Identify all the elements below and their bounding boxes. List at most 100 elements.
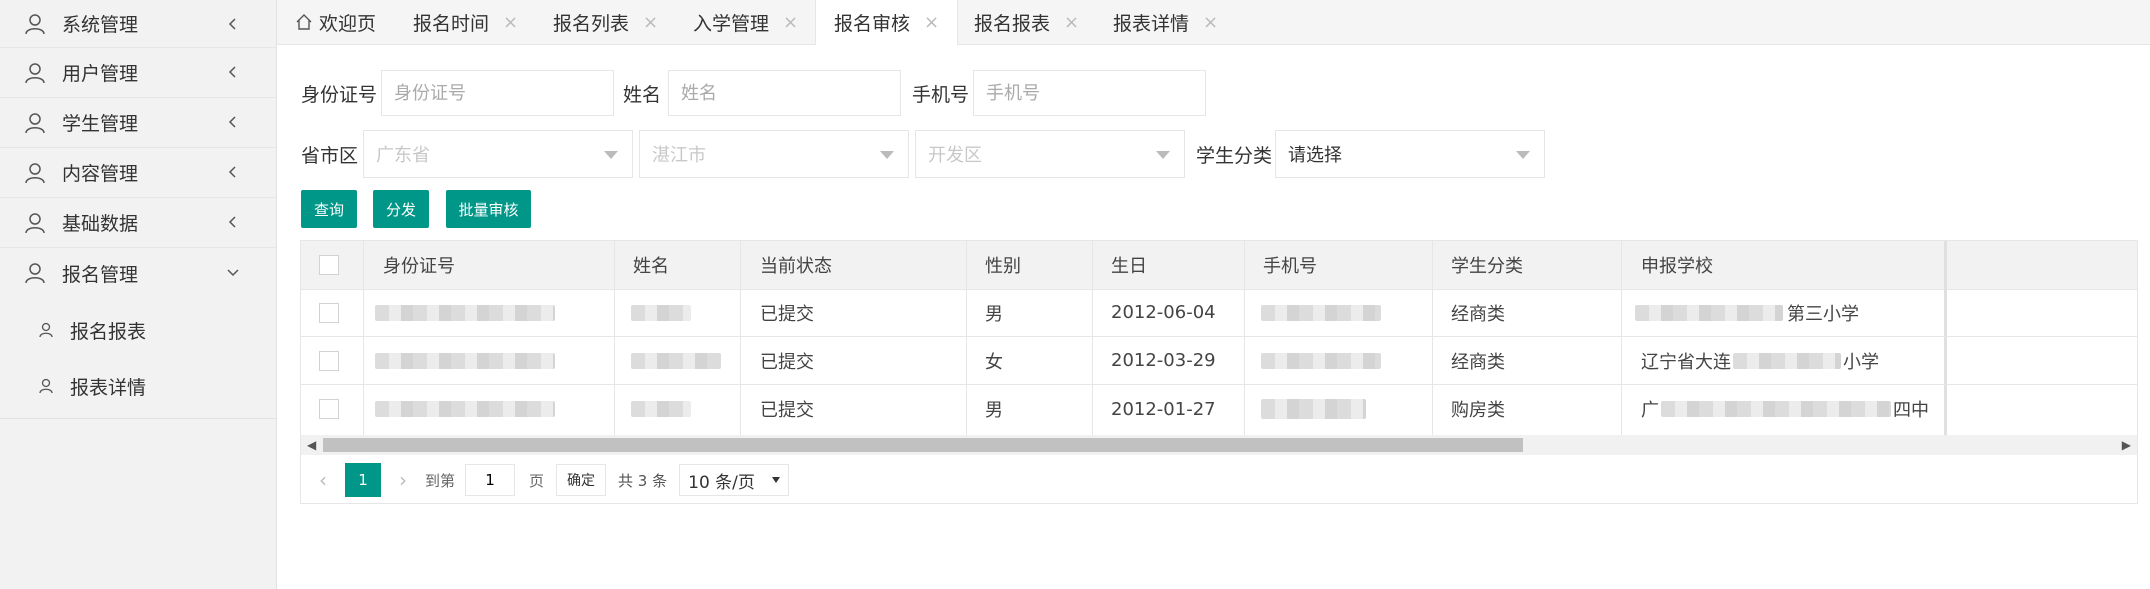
name-cell-redacted — [631, 385, 691, 433]
page-size-select[interactable]: 10 条/页 — [679, 464, 790, 496]
horizontal-scrollbar[interactable]: ◀ ▶ — [301, 435, 2137, 455]
district-select[interactable]: 开发区 — [915, 130, 1185, 178]
name-input[interactable] — [668, 70, 901, 116]
school-text: 辽宁省大连 — [1641, 351, 1731, 373]
status-cell: 已提交 — [760, 400, 814, 421]
query-button[interactable]: 查询 — [301, 190, 357, 228]
sidebar-item-label: 系统管理 — [62, 14, 139, 36]
school-cell: 广 四中 — [1641, 385, 1929, 433]
school-cell: 辽宁省大连 小学 — [1641, 337, 1879, 384]
header-gender[interactable]: 性别 — [985, 241, 1021, 289]
birthday-cell: 2012-03-29 — [1111, 350, 1216, 371]
row-checkbox-cell — [319, 385, 339, 433]
close-icon[interactable]: × — [1203, 12, 1218, 33]
sidebar-subitem-report-detail[interactable]: 报表详情 — [0, 358, 276, 414]
redacted-block — [1733, 352, 1841, 369]
user-icon — [24, 13, 46, 35]
redacted-block — [631, 401, 691, 417]
tab-registration-time[interactable]: 报名时间 × — [413, 0, 518, 44]
table-row[interactable]: 已提交 男 2012-01-27 购房类 广 四中 — [301, 385, 2137, 433]
table-row[interactable]: 已提交 男 2012-06-04 经商类 第三小学 — [301, 289, 2137, 337]
data-table: 身份证号 姓名 当前状态 性别 生日 手机号 学生分类 申报学校 已提交 男 2… — [300, 240, 2138, 504]
id-cell-redacted — [375, 385, 555, 433]
close-icon[interactable]: × — [503, 12, 518, 33]
chevron-left-icon — [226, 162, 240, 178]
tab-bar: 欢迎页 报名时间 × 报名列表 × 入学管理 × 报名审核 × 报名报表 × 报… — [277, 0, 2150, 45]
row-checkbox[interactable] — [319, 302, 339, 323]
sidebar-item-content[interactable]: 内容管理 — [0, 148, 276, 198]
sidebar-item-label: 基础数据 — [62, 213, 139, 235]
id-number-input[interactable] — [381, 70, 614, 116]
sidebar-item-students[interactable]: 学生管理 — [0, 98, 276, 148]
page-1-button[interactable]: 1 — [345, 463, 381, 497]
tab-welcome[interactable]: 欢迎页 — [295, 0, 376, 44]
batch-review-button[interactable]: 批量审核 — [446, 190, 531, 228]
row-checkbox[interactable] — [319, 399, 339, 419]
phone-input[interactable] — [973, 70, 1206, 116]
sidebar-subitem-report[interactable]: 报名报表 — [0, 302, 276, 358]
phone-cell-redacted — [1261, 289, 1381, 336]
sidebar-item-label: 用户管理 — [62, 63, 139, 85]
prev-page-icon[interactable]: ‹ — [319, 468, 327, 492]
school-cell: 第三小学 — [1635, 289, 1859, 336]
close-icon[interactable]: × — [924, 12, 939, 33]
table-row[interactable]: 已提交 女 2012-03-29 经商类 辽宁省大连 小学 — [301, 337, 2137, 385]
close-icon[interactable]: × — [783, 12, 798, 33]
category-cell: 经商类 — [1451, 303, 1505, 325]
row-checkbox-cell — [319, 289, 339, 336]
id-cell-redacted — [375, 289, 555, 336]
redacted-block — [631, 304, 691, 321]
row-checkbox[interactable] — [319, 350, 339, 371]
chevron-down-icon — [226, 262, 240, 277]
header-school[interactable]: 申报学校 — [1641, 241, 1713, 289]
header-phone[interactable]: 手机号 — [1263, 241, 1317, 289]
user-icon — [38, 322, 54, 338]
header-birthday[interactable]: 生日 — [1111, 241, 1147, 289]
region-label: 省市区 — [301, 145, 359, 167]
province-value: 广东省 — [376, 145, 430, 166]
page-unit: 页 — [529, 471, 545, 490]
redacted-block — [1661, 401, 1891, 417]
tab-report-detail[interactable]: 报表详情 × — [1113, 0, 1218, 44]
user-icon — [24, 162, 46, 184]
tab-registration-report[interactable]: 报名报表 × — [974, 0, 1079, 44]
header-category[interactable]: 学生分类 — [1451, 241, 1523, 289]
city-select[interactable]: 湛江市 — [639, 130, 909, 178]
header-id[interactable]: 身份证号 — [383, 241, 455, 289]
goto-confirm-button[interactable]: 确定 — [556, 464, 607, 496]
next-page-icon[interactable]: › — [399, 468, 407, 492]
category-select[interactable]: 请选择 — [1275, 130, 1545, 178]
category-value: 请选择 — [1288, 145, 1342, 166]
header-name[interactable]: 姓名 — [633, 241, 669, 289]
tab-registration-list[interactable]: 报名列表 × — [553, 0, 658, 44]
redacted-block — [1261, 399, 1366, 419]
tab-label: 报名时间 — [413, 12, 490, 35]
province-select[interactable]: 广东省 — [363, 130, 633, 178]
redacted-block — [375, 352, 555, 369]
gender-cell: 女 — [985, 351, 1003, 373]
user-icon — [24, 262, 46, 284]
status-cell: 已提交 — [760, 303, 814, 325]
sidebar-item-users[interactable]: 用户管理 — [0, 48, 276, 98]
close-icon[interactable]: × — [1064, 12, 1079, 33]
sidebar-submenu: 报名报表 报表详情 — [0, 298, 276, 419]
tab-admission[interactable]: 入学管理 × — [693, 0, 798, 44]
scroll-right-icon[interactable]: ▶ — [2122, 438, 2131, 452]
sidebar-item-registration[interactable]: 报名管理 — [0, 248, 276, 298]
phone-label: 手机号 — [912, 84, 970, 106]
scrollbar-thumb[interactable] — [323, 438, 1523, 452]
close-icon[interactable]: × — [643, 12, 658, 33]
goto-page-input[interactable] — [465, 464, 516, 496]
chevron-down-icon — [880, 151, 894, 159]
sidebar-item-basic-data[interactable]: 基础数据 — [0, 198, 276, 248]
select-all-checkbox[interactable] — [319, 255, 339, 275]
redacted-block — [631, 352, 721, 369]
sidebar-item-system[interactable]: 系统管理 — [0, 0, 276, 48]
tab-label: 报表详情 — [1113, 12, 1190, 35]
tab-registration-review[interactable]: 报名审核 × — [815, 0, 959, 45]
distribute-button[interactable]: 分发 — [373, 190, 429, 228]
chevron-down-icon — [604, 151, 618, 159]
header-status[interactable]: 当前状态 — [760, 241, 832, 289]
chevron-left-icon — [226, 112, 240, 128]
scroll-left-icon[interactable]: ◀ — [307, 438, 316, 452]
